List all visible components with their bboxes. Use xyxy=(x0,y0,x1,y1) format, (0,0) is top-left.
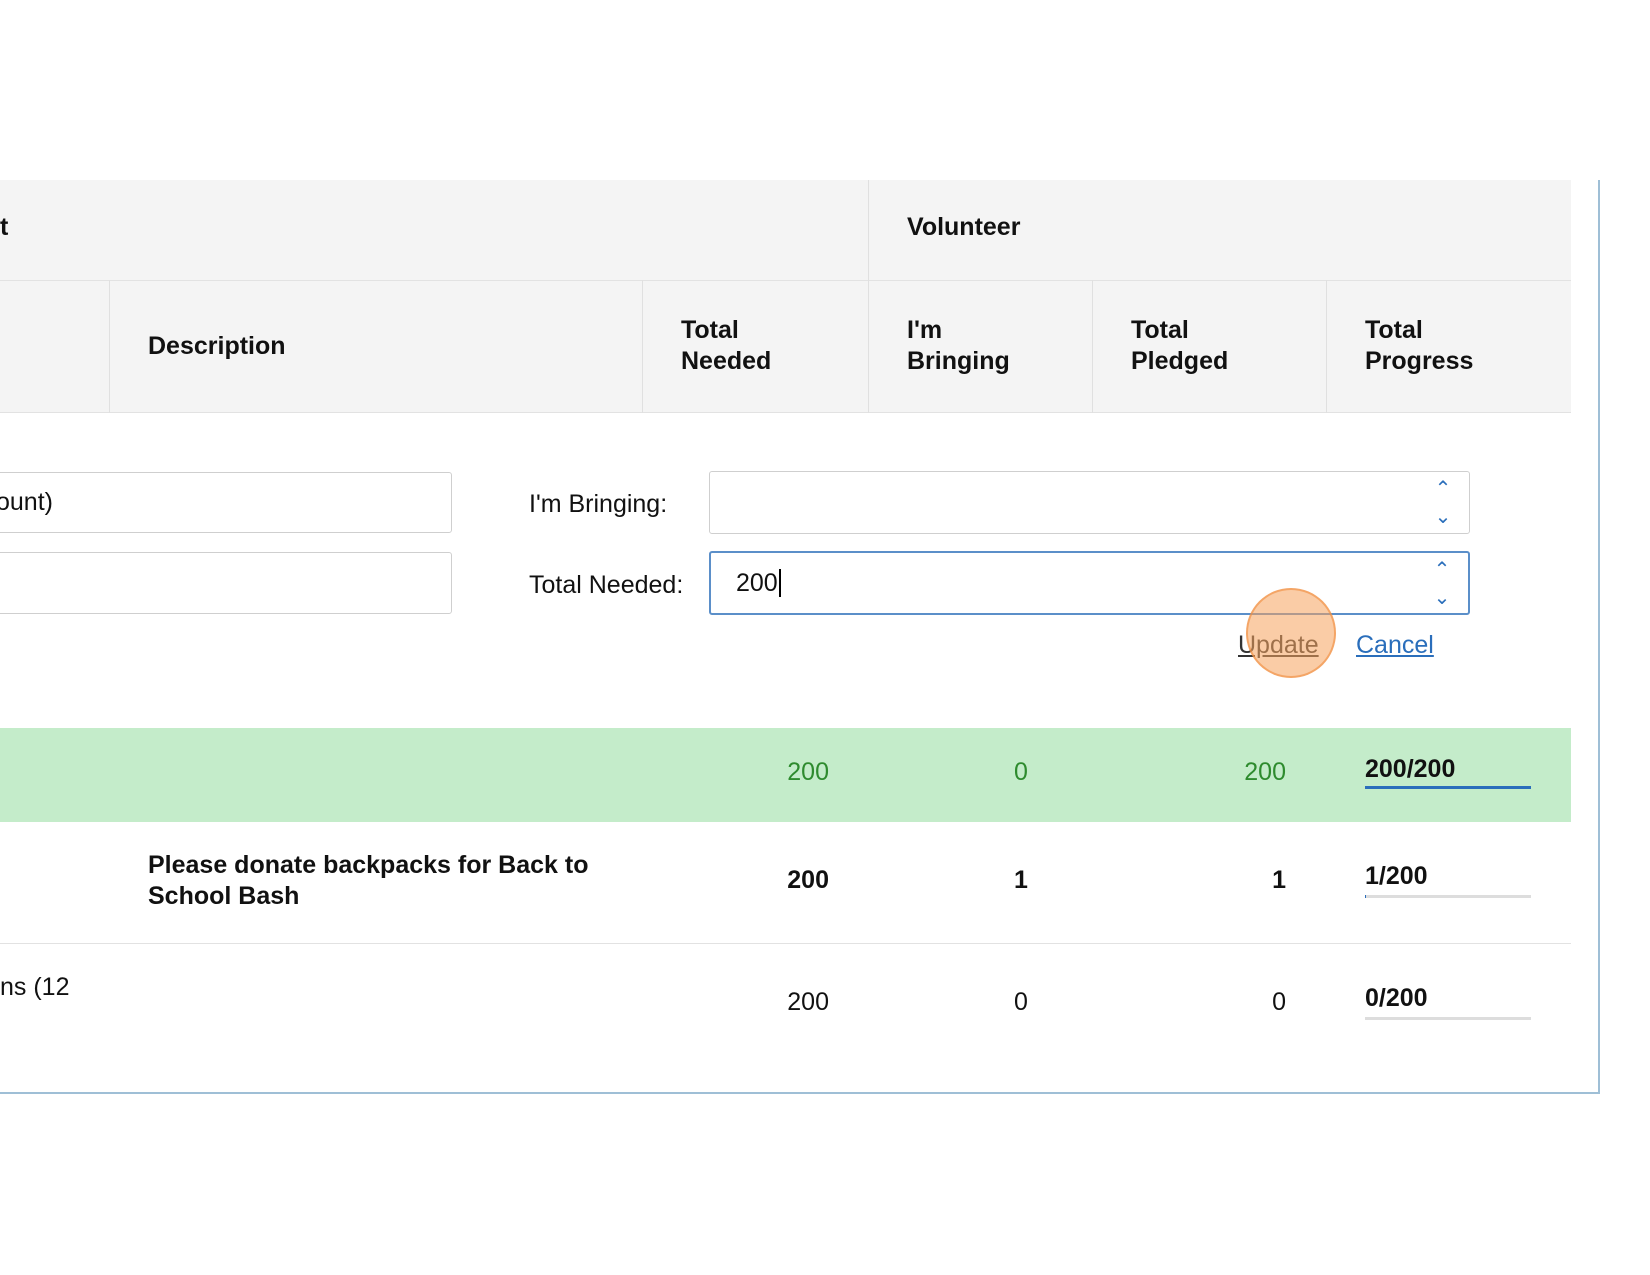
col-total-needed[interactable]: Total Needed xyxy=(681,315,791,377)
description-cell: Please donate backpacks for Back to Scho… xyxy=(148,851,589,910)
progress-text: 0/200 xyxy=(1365,984,1428,1012)
divider xyxy=(1092,280,1093,413)
progress-text: 1/200 xyxy=(1365,862,1428,890)
progress-fill xyxy=(1365,786,1531,789)
total-pledged-cell: 0 xyxy=(1272,988,1286,1016)
im-bringing-cell: 0 xyxy=(1014,988,1028,1016)
cancel-link[interactable]: Cancel xyxy=(1356,631,1434,660)
spin-up-icon[interactable]: ⌃ xyxy=(1430,555,1454,585)
total-pledged-cell: 1 xyxy=(1272,866,1286,894)
col-im-bringing[interactable]: I'm Bringing xyxy=(907,315,1037,377)
total-needed-value: 200 xyxy=(736,568,778,597)
progress-fill xyxy=(1365,895,1366,898)
spin-down-icon[interactable]: ⌄ xyxy=(1431,502,1455,532)
spin-up-icon[interactable]: ⌃ xyxy=(1431,474,1455,504)
item-name-value: ount) xyxy=(0,488,53,516)
progress-bar xyxy=(1365,1017,1531,1020)
col-total-pledged[interactable]: Total Pledged xyxy=(1131,315,1251,377)
divider xyxy=(109,280,110,413)
divider xyxy=(0,943,1571,944)
divider xyxy=(1326,280,1327,413)
table-header xyxy=(0,180,1571,413)
col-total-progress[interactable]: Total Progress xyxy=(1365,315,1495,377)
description-cell: ns (12 xyxy=(0,973,70,1001)
total-needed-cell: 200 xyxy=(787,758,829,786)
divider xyxy=(642,280,643,413)
total-needed-input[interactable]: 200 ⌃ ⌄ xyxy=(709,551,1470,615)
progress-bar xyxy=(1365,786,1531,789)
total-pledged-cell: 200 xyxy=(1244,758,1286,786)
divider xyxy=(0,280,1571,281)
text-cursor xyxy=(778,569,781,597)
item-name-field[interactable]: ount) xyxy=(0,472,452,533)
progress-text: 200/200 xyxy=(1365,755,1456,783)
im-bringing-cell: 1 xyxy=(1014,866,1028,894)
im-bringing-label: I'm Bringing: xyxy=(529,490,668,518)
im-bringing-cell: 0 xyxy=(1014,758,1028,786)
click-marker xyxy=(1246,588,1336,678)
total-needed-cell: 200 xyxy=(787,866,829,894)
total-needed-cell: 200 xyxy=(787,988,829,1016)
col-description[interactable]: Description xyxy=(148,331,286,362)
im-bringing-input[interactable]: ⌃ ⌄ xyxy=(709,471,1470,534)
divider xyxy=(868,180,869,413)
spin-down-icon[interactable]: ⌄ xyxy=(1430,583,1454,613)
group-header-left: t xyxy=(0,213,9,241)
divider xyxy=(0,412,1571,413)
group-header-volunteer: Volunteer xyxy=(907,213,1021,241)
total-needed-label: Total Needed: xyxy=(529,571,684,599)
item-note-field[interactable] xyxy=(0,552,452,614)
progress-bar xyxy=(1365,895,1531,898)
